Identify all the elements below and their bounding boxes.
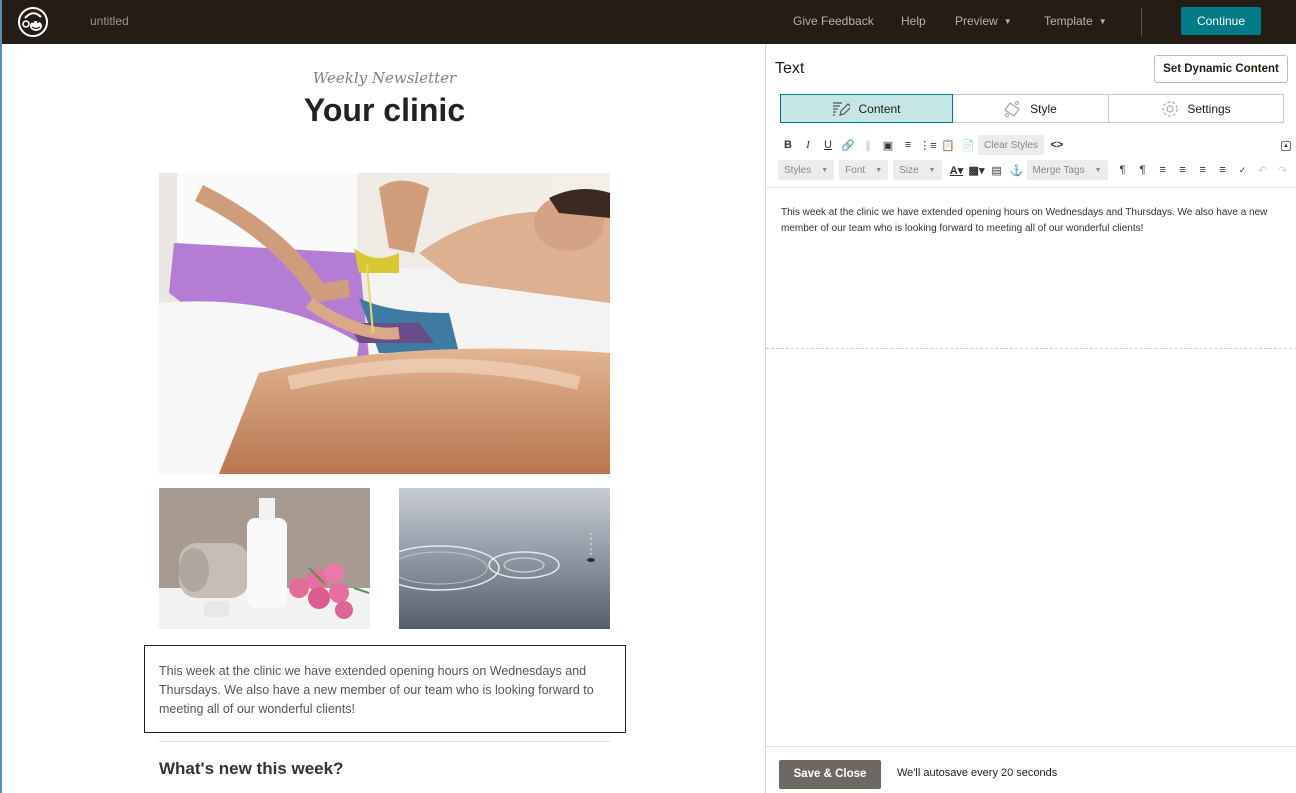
bulleted-list-icon[interactable]: ⋮≡ — [918, 135, 938, 155]
editor-boundary — [766, 348, 1296, 349]
size-dropdown[interactable]: Size ▼ — [893, 160, 942, 180]
newsletter-subtitle[interactable]: Weekly Newsletter — [2, 69, 767, 87]
panel-footer: Save & Close We'll autosave every 20 sec… — [766, 746, 1296, 793]
merge-tags-dropdown[interactable]: Merge Tags ▼ — [1026, 160, 1108, 180]
help-label: Help — [901, 14, 926, 28]
preview-label: Preview — [955, 14, 998, 28]
top-bar: untitled Give Feedback Help Preview ▼ Tem… — [0, 0, 1296, 44]
set-dynamic-content-button[interactable]: Set Dynamic Content — [1154, 55, 1288, 83]
tab-style[interactable]: Style — [953, 94, 1109, 123]
preview-dropdown[interactable]: Preview ▼ — [955, 14, 1012, 28]
chevron-down-icon: ▼ — [1098, 17, 1107, 26]
align-center-icon[interactable]: ≡ — [1173, 160, 1193, 180]
gear-icon — [1162, 100, 1178, 117]
styles-dropdown[interactable]: Styles ▼ — [778, 160, 835, 180]
editor-toolbar-row-1: B I U 🔗 ∥ ▣ ≡ ⋮≡ 📋 📄 Clear Styles <> — [778, 135, 1067, 155]
image-icon[interactable]: ▣ — [878, 135, 898, 155]
divider — [766, 187, 1296, 188]
tab-style-label: Style — [1030, 101, 1057, 116]
divider — [1141, 8, 1142, 36]
give-feedback-link[interactable]: Give Feedback — [793, 14, 874, 28]
email-canvas: Weekly Newsletter Your clinic This week … — [0, 44, 765, 793]
paste-icon[interactable]: 📋 — [938, 135, 958, 155]
mailchimp-logo-icon[interactable] — [16, 5, 50, 39]
chevron-down-icon: ▼ — [1003, 17, 1012, 26]
align-left-icon[interactable]: ≡ — [1153, 160, 1173, 180]
source-code-button[interactable]: <> — [1047, 135, 1067, 155]
template-dropdown[interactable]: Template ▼ — [1044, 14, 1107, 28]
bold-button[interactable]: B — [778, 135, 798, 155]
font-label: Font — [845, 164, 866, 176]
selected-text-block[interactable]: This week at the clinic we have extended… — [144, 645, 626, 733]
hero-image[interactable] — [159, 173, 610, 474]
undo-icon[interactable]: ↶ — [1253, 160, 1273, 180]
continue-button[interactable]: Continue — [1181, 7, 1261, 35]
panel-tabs: Content Style Settings — [780, 94, 1284, 123]
merge-tags-label: Merge Tags — [1032, 164, 1085, 176]
spa-products-image[interactable] — [159, 488, 370, 629]
redo-icon[interactable]: ↷ — [1273, 160, 1293, 180]
background-color-icon[interactable]: ▩▾ — [967, 160, 987, 180]
align-right-icon[interactable]: ≡ — [1193, 160, 1213, 180]
tab-content[interactable]: Content — [780, 94, 953, 123]
newsletter-title[interactable]: Your clinic — [2, 92, 767, 129]
unlink-icon[interactable]: ∥ — [858, 135, 878, 155]
tab-settings-label: Settings — [1187, 101, 1231, 116]
rich-text-editor[interactable]: This week at the clinic we have extended… — [781, 205, 1281, 237]
paste-text-icon[interactable]: 📄 — [958, 135, 978, 155]
underline-button[interactable]: U — [818, 135, 838, 155]
save-and-close-button[interactable]: Save & Close — [779, 760, 881, 789]
block-icon[interactable]: ▤ — [987, 160, 1007, 180]
justify-icon[interactable]: ≡ — [1213, 160, 1233, 180]
styles-label: Styles — [784, 164, 812, 176]
rtl-icon[interactable]: ¶ — [1133, 160, 1153, 180]
anchor-icon[interactable]: ⚓ — [1007, 160, 1027, 180]
tab-content-label: Content — [858, 101, 901, 116]
caret-down-icon: ▼ — [928, 166, 936, 174]
font-dropdown[interactable]: Font ▼ — [839, 160, 889, 180]
clear-styles-button[interactable]: Clear Styles — [978, 135, 1044, 155]
help-link[interactable]: Help — [901, 14, 926, 28]
caret-down-icon: ▼ — [821, 166, 829, 174]
template-label: Template — [1044, 14, 1093, 28]
spellcheck-icon[interactable]: ✓ — [1233, 160, 1253, 180]
numbered-list-icon[interactable]: ≡ — [898, 135, 918, 155]
autosave-status: We'll autosave every 20 seconds — [897, 767, 1058, 779]
link-icon[interactable]: 🔗 — [838, 135, 858, 155]
italic-button[interactable]: I — [798, 135, 818, 155]
text-color-icon[interactable]: A▾ — [947, 160, 967, 180]
paint-bucket-icon — [1004, 100, 1021, 117]
editor-panel: Text Set Dynamic Content Content Style S… — [765, 44, 1296, 793]
size-label: Size — [899, 164, 919, 176]
caret-down-icon: ▼ — [1094, 166, 1102, 174]
panel-title: Text — [775, 60, 805, 77]
section-heading[interactable]: What's new this week? — [159, 759, 343, 779]
document-title[interactable]: untitled — [90, 14, 129, 28]
water-ripple-image[interactable] — [399, 488, 610, 629]
collapse-toolbar-icon[interactable]: ▲ — [1281, 141, 1291, 151]
divider — [159, 741, 610, 742]
tab-settings[interactable]: Settings — [1109, 94, 1284, 123]
pencil-lines-icon — [833, 101, 851, 116]
editor-toolbar-row-2: Styles ▼ Font ▼ Size ▼ A▾ ▩▾ ▤ ⚓ Merge Tags… — [778, 160, 1293, 180]
caret-down-icon: ▼ — [875, 166, 883, 174]
give-feedback-label: Give Feedback — [793, 14, 874, 28]
ltr-icon[interactable]: ¶ — [1113, 160, 1133, 180]
